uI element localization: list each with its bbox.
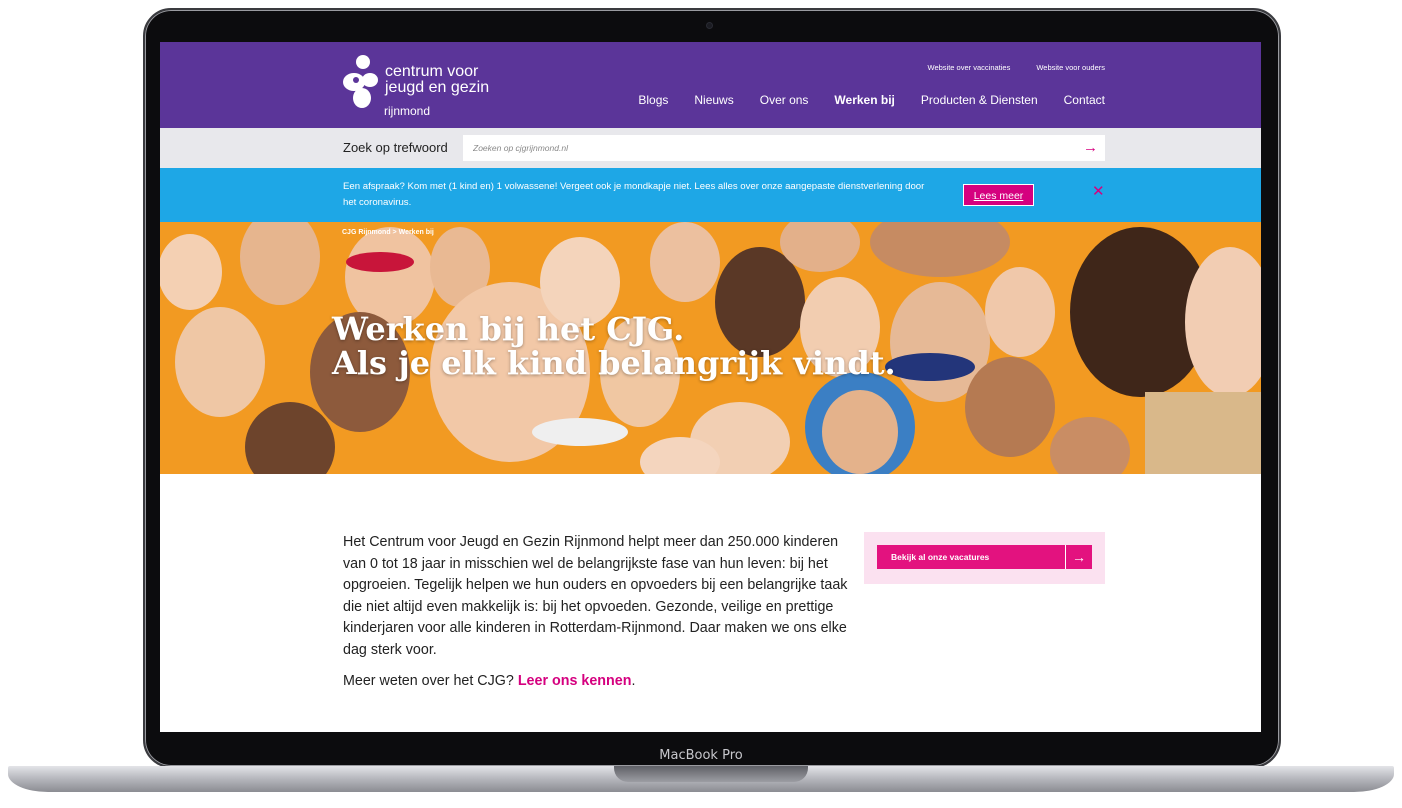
intro-paragraph: Het Centrum voor Jeugd en Gezin Rijnmond… <box>343 534 848 658</box>
device-label: MacBook Pro <box>659 748 743 763</box>
nav-producten-diensten[interactable]: Producten & Diensten <box>921 93 1038 107</box>
search-input[interactable] <box>463 135 1105 161</box>
logo-line-2: jeugd en gezin <box>385 79 490 96</box>
hero-title-line-1: Werken bij het CJG. <box>332 310 685 348</box>
logo-text: centrum voor jeugd en gezin <box>385 64 489 96</box>
link-vaccinaties[interactable]: Website over vaccinaties <box>928 63 1011 72</box>
vacatures-button-label: Bekijk al onze vacatures <box>891 552 990 562</box>
logo-mark-icon <box>343 55 378 108</box>
lees-meer-button[interactable]: Lees meer <box>963 184 1034 206</box>
browser-screen: centrum voor jeugd en gezin rijnmond Web… <box>160 42 1261 732</box>
laptop-notch <box>614 766 808 782</box>
more-info-line: Meer weten over het CJG? Leer ons kennen… <box>343 673 635 689</box>
top-links: Website over vaccinaties Website voor ou… <box>928 63 1105 72</box>
arrow-right-icon: → <box>1065 545 1092 569</box>
nav-contact[interactable]: Contact <box>1064 93 1105 107</box>
vacatures-button[interactable]: Bekijk al onze vacatures → <box>877 545 1092 569</box>
site-header: centrum voor jeugd en gezin rijnmond Web… <box>160 42 1261 128</box>
more-info-prefix: Meer weten over het CJG? <box>343 673 514 689</box>
search-submit-button[interactable]: → <box>1076 135 1105 161</box>
hero-title: Werken bij het CJG. Als je elk kind bela… <box>332 312 896 380</box>
site-logo[interactable]: centrum voor jeugd en gezin rijnmond <box>342 54 502 120</box>
hero-title-line-2: Als je elk kind belangrijk vindt. <box>332 344 896 382</box>
arrow-right-icon: → <box>1083 139 1098 156</box>
search-bar: Zoek op trefwoord → <box>160 128 1261 168</box>
camera-icon <box>706 22 713 29</box>
alert-text: Een afspraak? Kom met (1 kind en) 1 volw… <box>343 181 925 208</box>
nav-over-ons[interactable]: Over ons <box>760 93 809 107</box>
nav-werken-bij[interactable]: Werken bij <box>834 93 894 107</box>
corona-alert-banner: Een afspraak? Kom met (1 kind en) 1 volw… <box>160 168 1261 222</box>
link-ouders[interactable]: Website voor ouders <box>1036 63 1105 72</box>
nav-blogs[interactable]: Blogs <box>638 93 668 107</box>
close-icon[interactable]: ✕ <box>1092 182 1105 200</box>
main-navigation: Blogs Nieuws Over ons Werken bij Product… <box>638 93 1105 107</box>
search-label: Zoek op trefwoord <box>343 140 448 155</box>
leer-ons-kennen-link[interactable]: Leer ons kennen <box>518 673 632 689</box>
hero-banner: CJG Rijnmond > Werken bij Werken bij het… <box>160 222 1261 474</box>
logo-subtitle: rijnmond <box>384 104 431 118</box>
vacature-box: Bekijk al onze vacatures → <box>864 532 1105 584</box>
logo-line-1: centrum voor <box>385 63 479 80</box>
breadcrumb[interactable]: CJG Rijnmond > Werken bij <box>342 229 434 236</box>
nav-nieuws[interactable]: Nieuws <box>694 93 733 107</box>
more-info-suffix: . <box>631 673 636 689</box>
